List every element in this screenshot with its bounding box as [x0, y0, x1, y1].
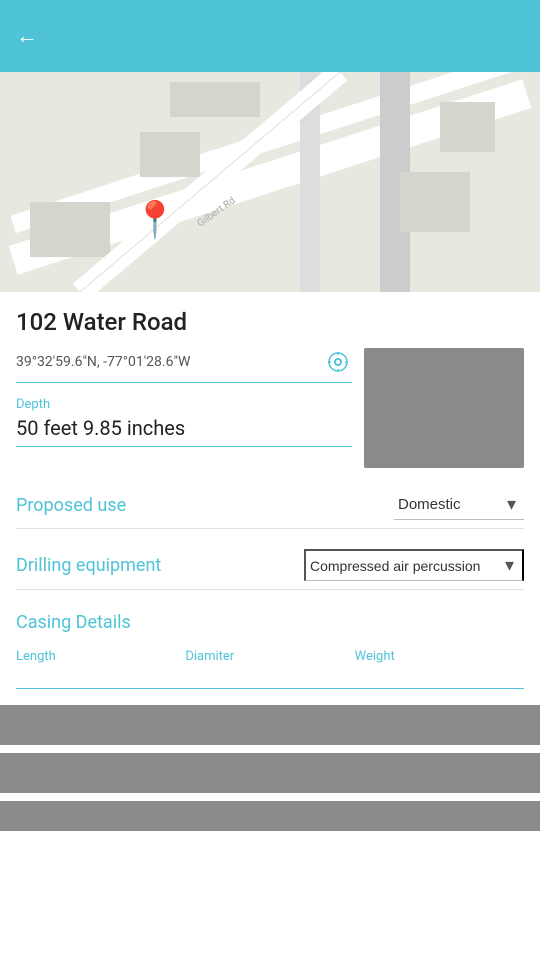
drilling-equipment-label: Drilling equipment [16, 555, 161, 576]
drilling-equipment-chevron-icon: ▾ [505, 555, 514, 576]
address-title: 102 Water Road [16, 308, 524, 336]
back-button[interactable]: ← [16, 23, 38, 49]
casing-length-field: Length [16, 649, 185, 689]
drilling-equipment-value: Compressed air percussion [310, 558, 480, 574]
map-pin: 📍 [133, 202, 178, 238]
drilling-equipment-row: Drilling equipment Compressed air percus… [16, 549, 524, 590]
depth-value: 50 feet 9.85 inches [16, 416, 352, 447]
casing-weight-label: Weight [355, 649, 524, 664]
map-view[interactable]: Gilbert Rd 📍 [0, 72, 540, 292]
casing-details-title: Casing Details [16, 612, 524, 633]
gray-bar-3 [0, 801, 540, 831]
proposed-use-chevron-icon: ▾ [507, 494, 516, 515]
property-thumbnail [364, 348, 524, 468]
drilling-equipment-dropdown[interactable]: Compressed air percussion ▾ [304, 549, 524, 581]
gray-bar-1 [0, 705, 540, 745]
coordinates-text: 39°32'59.6"N, -77°01'28.6"W [16, 354, 324, 370]
casing-weight-field: Weight [355, 649, 524, 689]
casing-length-input[interactable] [16, 664, 185, 684]
casing-diameter-label: Diamiter [185, 649, 354, 664]
proposed-use-dropdown[interactable]: Domestic ▾ [394, 490, 524, 520]
casing-length-label: Length [16, 649, 185, 664]
info-row: 39°32'59.6"N, -77°01'28.6"W Depth 50 fee… [16, 348, 524, 468]
back-icon: ← [16, 23, 38, 49]
left-column: 39°32'59.6"N, -77°01'28.6"W Depth 50 fee… [16, 348, 352, 447]
map-background: Gilbert Rd [0, 72, 540, 292]
proposed-use-row: Proposed use Domestic ▾ [16, 490, 524, 529]
casing-diameter-input[interactable] [185, 664, 354, 684]
location-icon[interactable] [324, 348, 352, 376]
casing-diameter-field: Diamiter [185, 649, 354, 689]
proposed-use-value: Domestic [398, 496, 461, 513]
content-area: 102 Water Road 39°32'59.6"N, -77°01'28.6… [0, 292, 540, 831]
coordinates-row: 39°32'59.6"N, -77°01'28.6"W [16, 348, 352, 383]
casing-weight-input[interactable] [355, 664, 524, 684]
depth-label: Depth [16, 397, 352, 412]
proposed-use-label: Proposed use [16, 495, 126, 516]
app-header: ← [0, 0, 540, 72]
casing-inputs-row: Length Diamiter Weight [16, 649, 524, 689]
gray-bar-2 [0, 753, 540, 793]
